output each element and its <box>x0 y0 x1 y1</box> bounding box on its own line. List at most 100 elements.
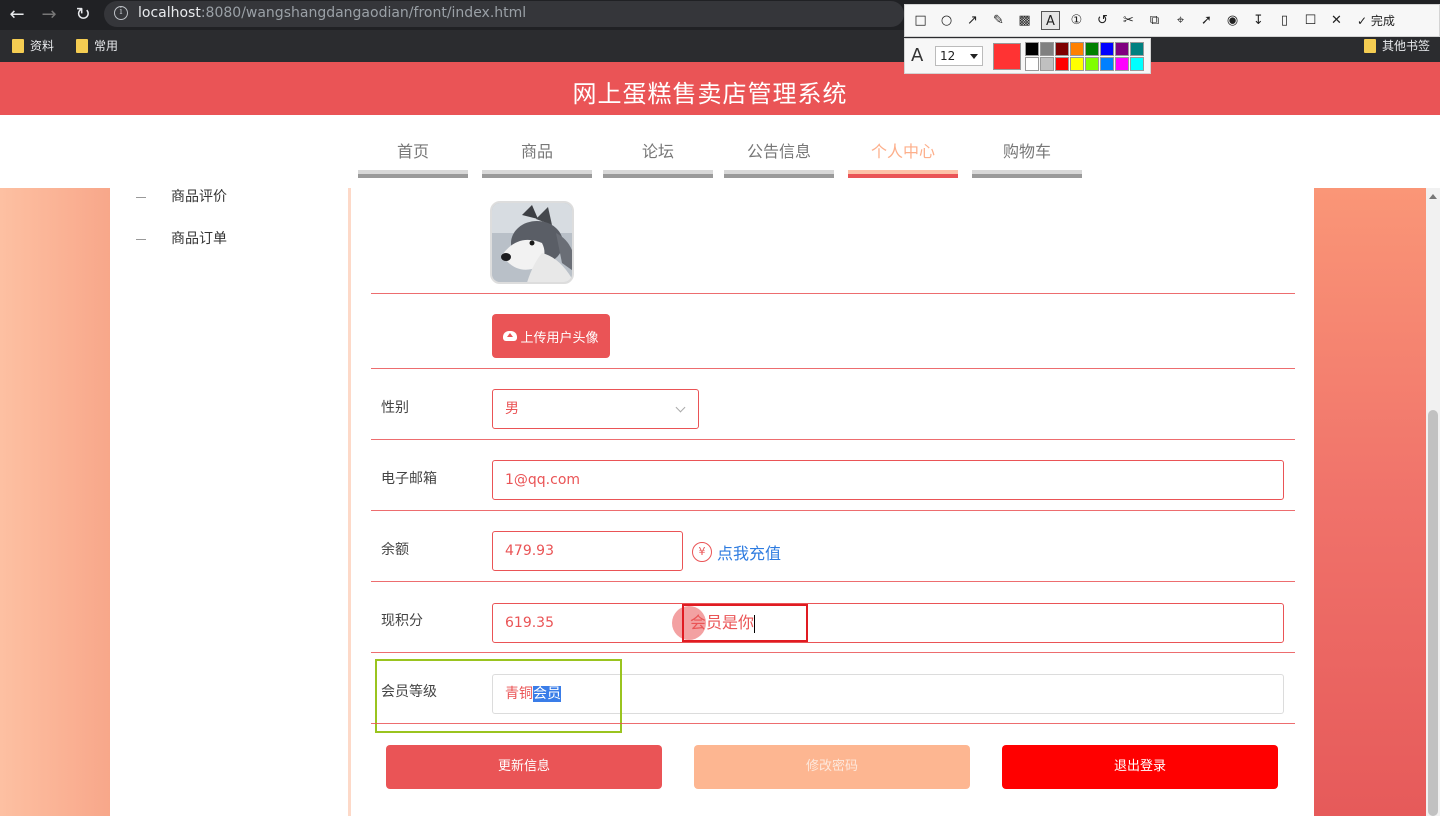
color-swatch[interactable] <box>1115 57 1129 71</box>
recharge-label: 点我充值 <box>717 544 782 563</box>
balance-input[interactable]: 479.93 <box>492 531 683 571</box>
email-input[interactable]: 1@qq.com <box>492 460 1284 500</box>
tab-personal-center[interactable]: 个人中心 <box>848 135 958 178</box>
color-swatch[interactable] <box>1085 57 1099 71</box>
color-swatch[interactable] <box>1070 57 1084 71</box>
tab-products[interactable]: 商品 <box>482 135 592 178</box>
gender-value: 男 <box>505 401 519 417</box>
color-swatch[interactable] <box>1085 42 1099 56</box>
balance-label: 余额 <box>381 542 409 558</box>
tab-label: 商品 <box>520 142 553 161</box>
user-avatar <box>490 201 574 284</box>
other-bookmarks[interactable]: 其他书签 <box>1364 37 1430 54</box>
forward-icon[interactable]: → <box>38 4 60 26</box>
site-header: 网上蛋糕售卖店管理系统 <box>0 62 1440 115</box>
color-swatch[interactable] <box>1055 42 1069 56</box>
sidebar-item-reviews[interactable]: 商品评价 <box>136 186 227 206</box>
reload-icon[interactable]: ↻ <box>72 4 94 26</box>
font-size-select[interactable]: 12 <box>935 46 983 66</box>
color-swatch[interactable] <box>1130 57 1144 71</box>
color-swatch[interactable] <box>1115 42 1129 56</box>
scroll-up-icon[interactable] <box>1429 194 1437 199</box>
annotation-text-box[interactable]: 会员是你 <box>682 604 808 642</box>
number-icon[interactable]: ① <box>1067 11 1086 30</box>
yen-icon: ¥ <box>692 542 712 562</box>
ocr-icon[interactable]: ⌖ <box>1171 11 1190 30</box>
tab-home[interactable]: 首页 <box>358 135 468 178</box>
undo-icon[interactable]: ↺ <box>1093 11 1112 30</box>
cloud-upload-icon <box>503 331 518 341</box>
color-swatch[interactable] <box>1025 57 1039 71</box>
record-icon[interactable]: ◉ <box>1223 11 1242 30</box>
pen-icon[interactable]: ✎ <box>989 11 1008 30</box>
update-info-button[interactable]: 更新信息 <box>386 745 662 789</box>
tab-label: 购物车 <box>1002 142 1051 161</box>
close-icon[interactable]: ✕ <box>1327 11 1346 30</box>
row-divider <box>371 581 1295 582</box>
pin-icon[interactable]: ➚ <box>1197 11 1216 30</box>
bookmark-icon[interactable]: ☐ <box>1301 11 1320 30</box>
color-swatch[interactable] <box>1040 42 1054 56</box>
chevron-down-icon <box>675 402 686 413</box>
color-swatch[interactable] <box>1040 57 1054 71</box>
color-swatch[interactable] <box>1130 42 1144 56</box>
bookmark-folder[interactable]: 常用 <box>76 37 118 54</box>
color-swatch[interactable] <box>1070 42 1084 56</box>
row-divider <box>371 723 1295 724</box>
tab-announcements[interactable]: 公告信息 <box>724 135 834 178</box>
tab-underline <box>603 170 713 178</box>
tab-forum[interactable]: 论坛 <box>603 135 713 178</box>
color-swatch[interactable] <box>1025 42 1039 56</box>
save-icon[interactable]: ▯ <box>1275 11 1294 30</box>
ellipse-icon[interactable]: ○ <box>937 11 956 30</box>
copy-icon[interactable]: ⧉ <box>1145 11 1164 30</box>
dash-icon <box>136 238 146 240</box>
gender-select[interactable]: 男 <box>492 389 699 429</box>
folder-icon <box>76 38 88 53</box>
tab-label: 论坛 <box>641 142 674 161</box>
arrow-icon[interactable]: ↗ <box>963 11 982 30</box>
tab-underline <box>848 170 958 178</box>
folder-icon <box>12 38 24 53</box>
points-input[interactable]: 619.35 <box>492 603 1284 643</box>
current-color-swatch[interactable] <box>993 43 1021 70</box>
annotation-highlight-rect <box>375 659 622 733</box>
row-divider <box>371 652 1295 653</box>
color-swatch[interactable] <box>1100 42 1114 56</box>
text-caret <box>754 614 756 633</box>
bookmark-folder[interactable]: 资料 <box>12 37 54 54</box>
color-swatch[interactable] <box>1055 57 1069 71</box>
url-text: localhost:8080/wangshangdangaodian/front… <box>138 5 527 21</box>
mosaic-icon[interactable]: ▩ <box>1015 11 1034 30</box>
cut-icon[interactable]: ✂ <box>1119 11 1138 30</box>
husky-photo <box>492 203 572 282</box>
row-divider <box>371 368 1295 369</box>
capture-toolbar: □ ○ ↗ ✎ ▩ A ① ↺ ✂ ⧉ ⌖ ➚ ◉ ↧ ▯ ☐ ✕ ✓ 完成 <box>904 4 1440 37</box>
scroll-thumb[interactable] <box>1428 410 1438 816</box>
tab-label: 首页 <box>396 142 429 161</box>
sidebar-divider <box>348 188 351 816</box>
back-icon[interactable]: ← <box>6 4 28 26</box>
recharge-link[interactable]: ¥ 点我充值 <box>692 540 781 564</box>
done-button[interactable]: ✓ 完成 <box>1357 12 1395 29</box>
page-scrollbar[interactable] <box>1426 188 1440 816</box>
tab-cart[interactable]: 购物车 <box>972 135 1082 178</box>
points-label: 现积分 <box>381 613 423 629</box>
change-password-button[interactable]: 修改密码 <box>694 745 970 789</box>
logout-button[interactable]: 退出登录 <box>1002 745 1278 789</box>
row-divider <box>371 510 1295 511</box>
rect-icon[interactable]: □ <box>911 11 930 30</box>
tab-label: 公告信息 <box>746 142 811 161</box>
folder-icon <box>1364 38 1376 53</box>
color-swatch[interactable] <box>1100 57 1114 71</box>
download-icon[interactable]: ↧ <box>1249 11 1268 30</box>
left-gradient-panel <box>0 188 110 816</box>
text-icon[interactable]: A <box>1041 11 1060 30</box>
address-bar[interactable]: i localhost:8080/wangshangdangaodian/fro… <box>104 1 904 27</box>
tab-label: 个人中心 <box>870 142 935 161</box>
chevron-down-icon <box>970 54 978 59</box>
info-icon[interactable]: i <box>114 6 128 20</box>
sidebar-item-orders[interactable]: 商品订单 <box>136 228 227 248</box>
upload-avatar-button[interactable]: 上传用户头像 <box>492 314 610 358</box>
tab-underline <box>358 170 468 178</box>
